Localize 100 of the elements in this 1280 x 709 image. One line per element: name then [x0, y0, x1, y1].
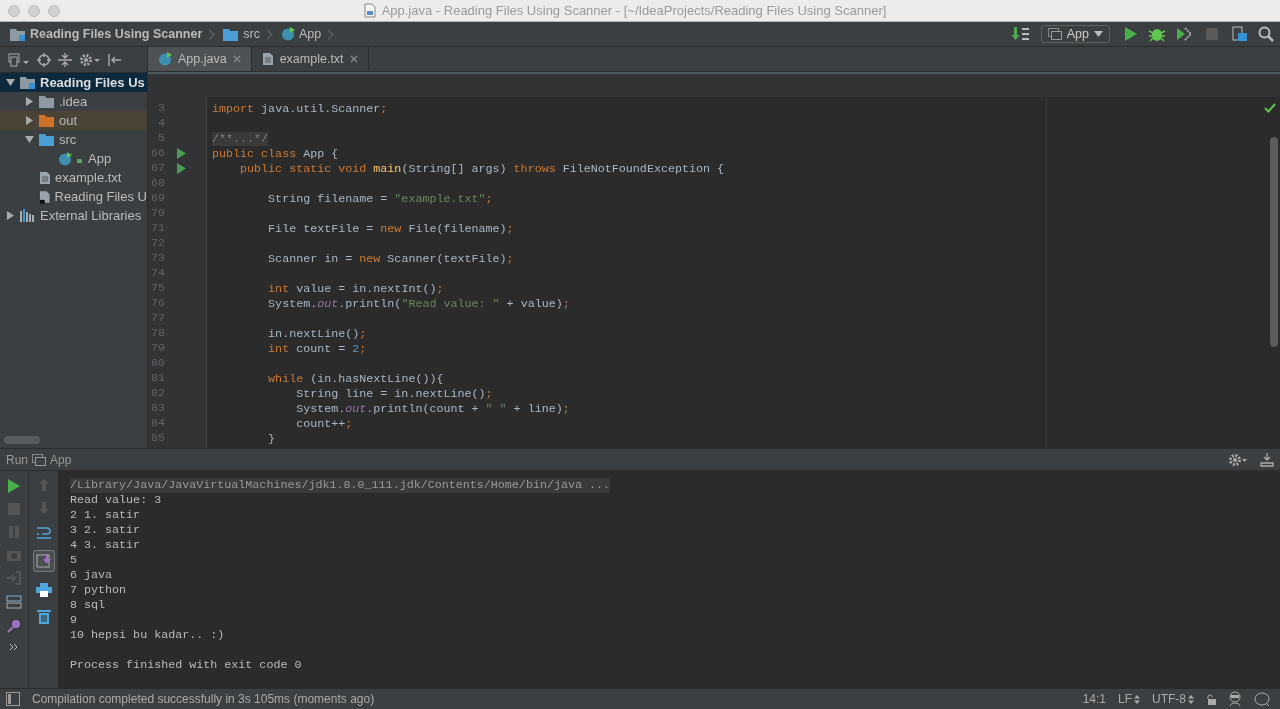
console-line: 4 3. satir — [70, 538, 142, 553]
code-line: System.out.println(count + " " + line); — [295, 401, 570, 416]
breadcrumb-item[interactable]: App — [298, 27, 322, 41]
class-icon — [58, 151, 84, 166]
status-message: Compilation completed successfully in 3s 105ms (moments ago) — [32, 692, 375, 706]
code-line: File textFile = new File(filename); — [267, 221, 514, 236]
checkmark-icon — [1264, 103, 1276, 113]
coverage-icon[interactable] — [1176, 26, 1192, 42]
expand-arrow-icon[interactable] — [24, 135, 34, 144]
folder-icon — [39, 114, 55, 127]
project-folder-icon — [10, 27, 26, 41]
code-line: import java.util.Scanner; — [211, 101, 388, 116]
settings-icon[interactable] — [1228, 452, 1248, 467]
updown-icon — [1188, 694, 1194, 704]
console-line: 2 1. satir — [70, 508, 142, 523]
hide-panel-icon[interactable] — [1260, 452, 1274, 467]
breadcrumb-item[interactable]: Reading Files Using Scanner — [30, 27, 203, 41]
project-structure-icon[interactable] — [1232, 26, 1248, 42]
collapse-all-icon[interactable] — [58, 52, 72, 67]
console-line: 10 hepsi bu kadar.. :) — [70, 628, 226, 643]
updown-icon — [1134, 694, 1140, 704]
trash-icon[interactable] — [36, 608, 51, 624]
search-icon[interactable] — [1258, 26, 1274, 42]
speech-bubble-icon[interactable] — [1254, 691, 1270, 707]
console-line: 8 sql — [70, 598, 107, 613]
run-gutter-icon[interactable] — [177, 163, 186, 174]
code-line: Scanner in = new Scanner(textFile); — [267, 251, 514, 266]
cursor-position[interactable]: 14:1 — [1082, 692, 1106, 706]
more-icon[interactable] — [9, 643, 19, 651]
run-icon[interactable] — [1124, 26, 1138, 42]
code-line: public class App { — [211, 146, 339, 161]
code-line: } — [267, 431, 276, 446]
tree-item[interactable]: App — [0, 149, 147, 168]
code-line: int value = in.nextInt(); — [267, 281, 444, 296]
rerun-icon[interactable] — [8, 479, 20, 493]
run-config-label[interactable]: App — [50, 452, 72, 467]
window-icon — [1047, 28, 1062, 40]
expand-arrow-icon[interactable] — [24, 116, 34, 125]
folder-icon — [39, 133, 55, 146]
folder-icon — [223, 27, 240, 41]
line-separator-selector[interactable]: LF — [1118, 692, 1132, 706]
code-line: public static void main(String[] args) throws FileNotFoundException { — [239, 161, 725, 176]
editor-tab[interactable]: App.java — [148, 47, 252, 71]
console-line: 6 java — [70, 568, 114, 583]
code-line: while (in.hasNextLine()){ — [267, 371, 444, 386]
code-line: count++; — [295, 416, 353, 431]
soft-wrap-icon[interactable] — [35, 525, 52, 539]
view-mode-icon[interactable] — [8, 52, 30, 67]
tree-item[interactable]: .idea — [0, 92, 147, 111]
file-icon — [39, 170, 51, 185]
code-line: int count = 2; — [267, 341, 367, 356]
run-gutter-icon[interactable] — [177, 148, 186, 159]
scrollbar[interactable] — [1270, 137, 1278, 347]
tree-item[interactable]: src — [0, 130, 147, 149]
editor-tab[interactable]: example.txt — [251, 47, 369, 71]
run-panel-label[interactable]: Run — [6, 452, 28, 467]
code-line: String filename = "example.txt"; — [267, 191, 493, 206]
settings-icon[interactable] — [79, 52, 101, 67]
pin-icon[interactable] — [7, 619, 21, 633]
breadcrumb-item[interactable]: src — [243, 27, 260, 41]
run-configuration-dropdown[interactable]: App — [1040, 25, 1110, 43]
inspector-icon[interactable] — [1228, 691, 1242, 707]
window-icon — [32, 453, 46, 466]
class-icon — [280, 27, 295, 41]
tree-item[interactable]: example.txt — [0, 168, 147, 187]
locate-icon[interactable] — [37, 52, 51, 67]
bug-icon[interactable] — [1148, 26, 1166, 42]
tree-item[interactable]: External Libraries — [0, 206, 147, 225]
file-icon — [261, 52, 274, 66]
class-icon — [158, 52, 172, 66]
tree-item[interactable]: Reading Files Us — [0, 73, 147, 92]
console-line: 3 2. satir — [70, 523, 142, 538]
tree-item[interactable]: Reading Files U — [0, 187, 147, 206]
print-icon[interactable] — [35, 583, 52, 597]
document-icon — [363, 3, 376, 18]
encoding-selector[interactable]: UTF-8 — [1152, 692, 1186, 706]
scrollbar[interactable] — [4, 436, 40, 444]
build-icon[interactable] — [1010, 26, 1031, 42]
expand-arrow-icon[interactable] — [5, 78, 15, 87]
expand-arrow-icon[interactable] — [24, 97, 34, 106]
console-line: Read value: 3 — [70, 493, 163, 508]
caret-icon — [1094, 31, 1103, 37]
layout-icon[interactable] — [6, 595, 22, 609]
lock-icon[interactable] — [1206, 693, 1216, 705]
file-icon — [39, 189, 51, 204]
console-line: 7 python — [70, 583, 128, 598]
code-line: String line = in.nextLine(); — [295, 386, 493, 401]
expand-arrow-icon[interactable] — [5, 211, 15, 220]
hide-panel-icon[interactable] — [108, 52, 122, 67]
tree-item[interactable]: out — [0, 111, 147, 130]
console-line: Process finished with exit code 0 — [70, 658, 303, 673]
console-line: 9 — [70, 613, 78, 628]
folder-icon — [20, 76, 36, 89]
tool-windows-icon[interactable] — [6, 692, 20, 706]
console-line: 5 — [70, 553, 78, 568]
close-icon[interactable] — [349, 55, 358, 63]
close-icon[interactable] — [232, 55, 241, 63]
code-line: in.nextLine(); — [267, 326, 367, 341]
code-line: System.out.println("Read value: " + value); — [267, 296, 570, 311]
scroll-to-end-icon[interactable] — [32, 550, 55, 572]
